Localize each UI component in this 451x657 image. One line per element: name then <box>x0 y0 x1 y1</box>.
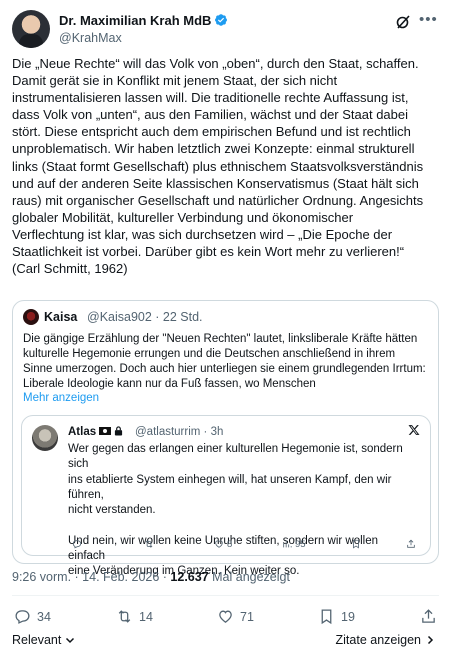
quote-author-avatar <box>23 309 39 325</box>
show-more-link[interactable]: Mehr anzeigen <box>23 392 99 404</box>
share-icon <box>422 609 435 623</box>
sort-label: Relevant <box>12 633 62 647</box>
like-count: 71 <box>240 609 254 624</box>
views-icon <box>283 540 292 548</box>
quoted-tweet[interactable]: Kaisa @Kaisa902 · 22 Std. Die gängige Er… <box>12 300 439 577</box>
bookmark-count: 19 <box>341 609 355 624</box>
author-handle[interactable]: @KrahMax <box>59 30 228 46</box>
chevron-down-icon <box>66 637 75 644</box>
reply-icon <box>15 610 30 624</box>
nested-author-meta: @atlasturrim · 3h <box>135 426 224 438</box>
reply-icon <box>72 540 82 549</box>
verified-badge-icon <box>215 14 228 26</box>
quote-author-name: Kaisa <box>44 310 78 324</box>
grok-icon[interactable] <box>395 14 411 30</box>
sort-replies-dropdown[interactable]: Relevant <box>12 633 75 647</box>
bookmark-button[interactable]: 19 <box>318 608 355 625</box>
share-icon <box>407 539 415 548</box>
view-count-label: Mal angezeigt <box>208 570 290 584</box>
nested-bookmark-button[interactable] <box>351 537 361 551</box>
repost-icon <box>118 610 131 623</box>
tweet-timestamp: 9:26 vorm. · 14. Feb. 2026 · 12.637 Mal … <box>12 570 290 584</box>
timestamp-time[interactable]: 9:26 vorm. · 14. Feb. 2026 · <box>12 570 170 584</box>
nested-author-avatar <box>32 425 58 451</box>
nested-tweet-actions: 8 95 <box>68 537 418 551</box>
nested-author-name: Atlas <box>68 426 97 438</box>
repost-icon <box>145 540 153 548</box>
lock-icon <box>115 426 123 436</box>
x-logo-icon <box>408 425 420 435</box>
nested-views-count: 95 <box>295 538 306 550</box>
like-icon <box>219 610 232 623</box>
nested-quoted-tweet[interactable]: Atlas @atlasturrim · 3h Wer gegen das er… <box>21 415 431 577</box>
reply-footer: Relevant Zitate anzeigen <box>12 633 439 651</box>
nested-like-button[interactable]: 8 <box>214 537 232 551</box>
author-name[interactable]: Dr. Maximilian Krah MdB <box>59 13 211 28</box>
nested-views-button[interactable]: 95 <box>282 537 306 551</box>
tweet-actions: 34 14 71 19 <box>12 608 439 628</box>
tweet-header: Dr. Maximilian Krah MdB @KrahMax ••• <box>12 8 439 48</box>
share-button[interactable] <box>420 608 437 625</box>
chevron-right-icon <box>427 635 434 645</box>
view-count: 12.637 <box>170 570 209 584</box>
nested-share-button[interactable] <box>406 537 416 551</box>
quoted-tweet-text: Die gängige Erzählung der "Neuen Rechten… <box>23 333 426 390</box>
repost-count: 14 <box>139 609 153 624</box>
author-name-row[interactable]: Dr. Maximilian Krah MdB <box>59 13 228 29</box>
bookmark-icon <box>353 539 359 549</box>
nested-like-count: 8 <box>227 538 233 550</box>
reply-count: 34 <box>37 609 51 624</box>
repost-button[interactable]: 14 <box>116 608 153 625</box>
nested-reply-button[interactable] <box>72 537 82 551</box>
nested-repost-button[interactable] <box>144 537 154 551</box>
like-button[interactable]: 71 <box>217 608 254 625</box>
bookmark-icon <box>321 609 332 625</box>
like-icon <box>215 540 223 548</box>
author-info: Dr. Maximilian Krah MdB @KrahMax <box>59 13 228 46</box>
divider <box>12 595 439 596</box>
more-icon[interactable]: ••• <box>419 12 437 30</box>
nested-author-name-row: Atlas <box>68 426 123 438</box>
flag-icon <box>99 427 112 435</box>
view-quotes-link[interactable]: Zitate anzeigen <box>336 633 435 647</box>
quote-author-meta: @Kaisa902 · 22 Std. <box>87 310 203 324</box>
nested-tweet-text: Wer gegen das erlangen einer kulturellen… <box>68 443 403 578</box>
reply-button[interactable]: 34 <box>14 608 51 625</box>
view-quotes-label: Zitate anzeigen <box>335 633 421 647</box>
author-avatar[interactable] <box>12 10 50 48</box>
tweet-text: Die „Neue Rechte“ will das Volk von „obe… <box>12 56 424 277</box>
